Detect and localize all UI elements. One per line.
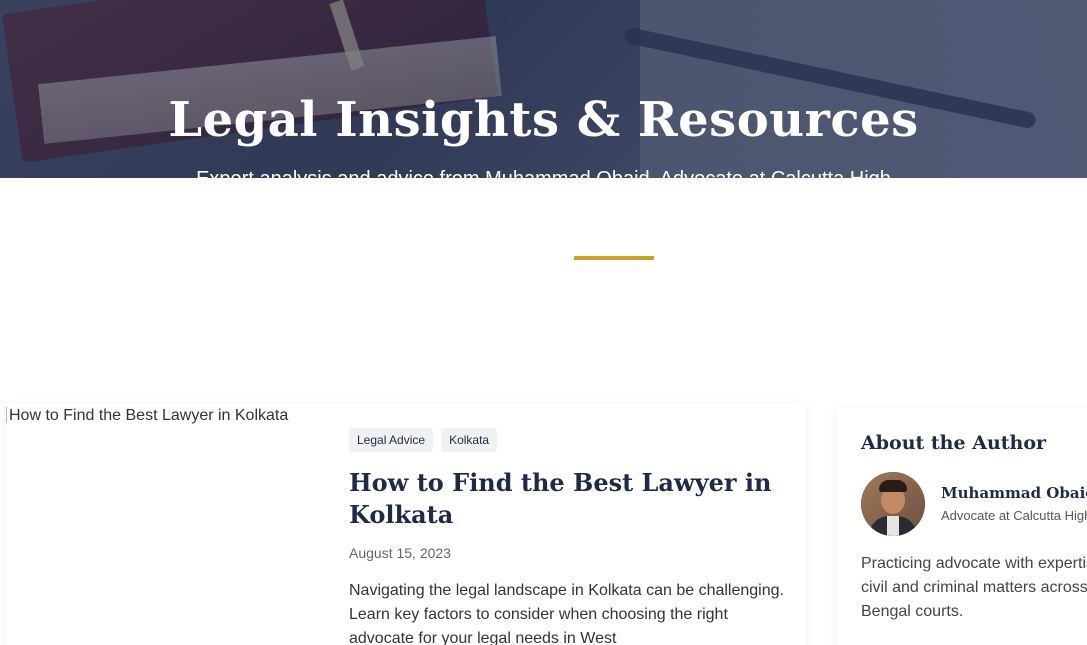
tag-kolkata[interactable]: Kolkata xyxy=(441,428,498,452)
tag-legal-advice[interactable]: Legal Advice xyxy=(349,428,434,452)
author-avatar xyxy=(861,472,925,536)
sidebar-heading: About the Author xyxy=(861,432,1047,454)
post-date: August 15, 2023 xyxy=(349,545,451,561)
post-excerpt: Navigating the legal landscape in Kolkat… xyxy=(349,582,784,645)
post-tags: Legal Advice Kolkata xyxy=(349,428,789,452)
post-body: Legal Advice Kolkata How to Find the Bes… xyxy=(349,428,789,645)
page-title: Legal Insights & Resources xyxy=(168,92,919,148)
blog-post-card[interactable]: How to Find the Best Lawyer in Kolkata L… xyxy=(6,404,806,645)
hero-overlay xyxy=(0,0,1087,178)
author-role: Advocate at Calcutta High Court xyxy=(941,508,1087,523)
author-bio: Practicing advocate with expertise in ci… xyxy=(861,555,1087,620)
hero-banner: Legal Insights & Resources Expert analys… xyxy=(0,0,1087,178)
page-subtitle: Expert analysis and advice from Muhammad… xyxy=(0,168,1087,178)
post-thumbnail[interactable]: How to Find the Best Lawyer in Kolkata xyxy=(6,404,326,645)
author-sidebar: About the Author Muhammad Obaid Advocate… xyxy=(837,408,1087,645)
author-name: Muhammad Obaid xyxy=(941,484,1087,502)
section-divider xyxy=(574,256,654,260)
post-thumbnail-alt-text: How to Find the Best Lawyer in Kolkata xyxy=(9,407,289,424)
post-title-link[interactable]: How to Find the Best Lawyer in Kolkata xyxy=(349,467,789,531)
broken-image-icon xyxy=(6,407,8,423)
